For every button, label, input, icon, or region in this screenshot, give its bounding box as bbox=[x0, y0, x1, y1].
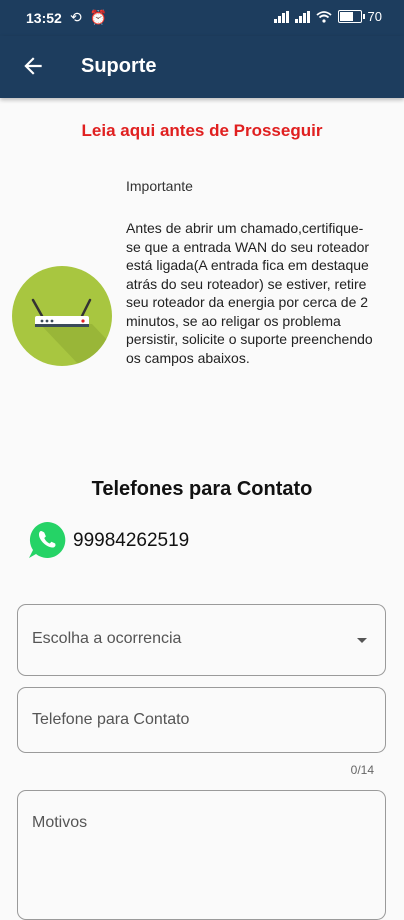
reasons-label: Motivos bbox=[32, 814, 88, 831]
app-bar: Suporte bbox=[0, 36, 404, 98]
phone-character-counter: 0/14 bbox=[350, 763, 374, 777]
alarm-icon: ⏰ bbox=[89, 9, 110, 25]
wifi-icon bbox=[315, 10, 332, 23]
occurrence-label: Escolha a ocorrencia bbox=[32, 630, 182, 647]
contacts-title: Telefones para Contato bbox=[91, 478, 313, 500]
important-title: Importante bbox=[126, 178, 193, 194]
dropdown-arrow-icon bbox=[357, 638, 367, 643]
status-right: 70 bbox=[273, 9, 382, 24]
4g-signal-icon bbox=[294, 10, 310, 23]
battery-icon bbox=[337, 10, 365, 23]
status-notification-icons: ⟲ ⏰ bbox=[70, 9, 109, 26]
status-time: 13:52 bbox=[26, 10, 62, 26]
status-bar: 13:52 ⟲ ⏰ 70 bbox=[0, 0, 404, 36]
warning-heading: Leia aqui antes de Prosseguir bbox=[81, 121, 323, 140]
phone-input-label: Telefone para Contato bbox=[32, 711, 190, 728]
signal-icon bbox=[273, 10, 289, 23]
reasons-textarea[interactable]: Motivos bbox=[17, 790, 386, 920]
battery-percent: 70 bbox=[367, 9, 382, 24]
contact-phone-number[interactable]: 99984262519 bbox=[73, 530, 189, 552]
important-text: Antes de abrir um chamado,certifique-se … bbox=[126, 220, 373, 366]
router-icon bbox=[12, 266, 112, 366]
arrow-left-icon[interactable] bbox=[20, 53, 46, 79]
occurrence-dropdown[interactable]: Escolha a ocorrencia bbox=[17, 604, 386, 676]
phone-input[interactable]: Telefone para Contato bbox=[17, 687, 386, 753]
sync-icon: ⟲ bbox=[70, 9, 84, 25]
whatsapp-icon[interactable] bbox=[26, 519, 68, 561]
page-title: Suporte bbox=[81, 55, 157, 77]
